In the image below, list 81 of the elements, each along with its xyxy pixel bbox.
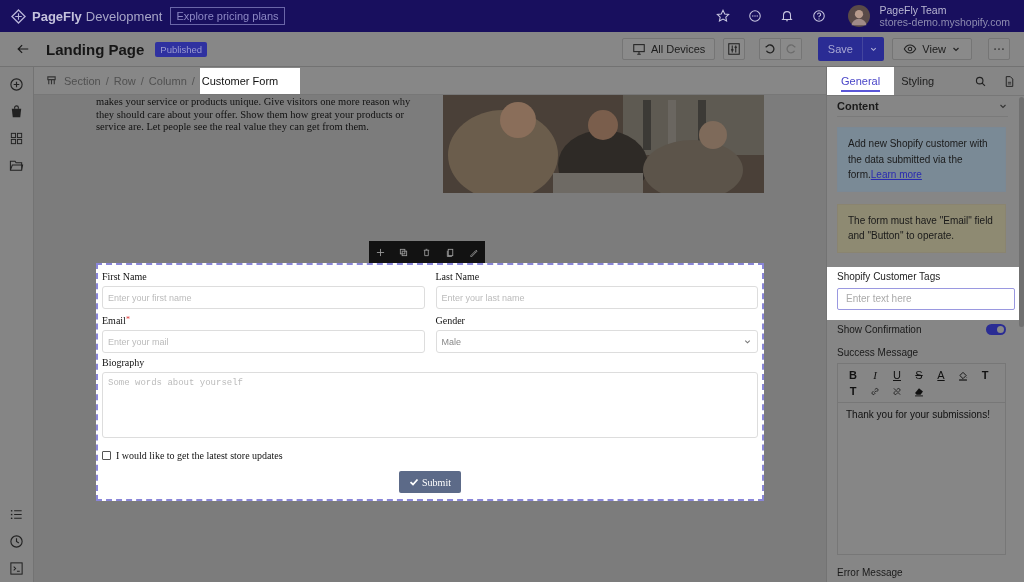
user-name: PageFly Team [879, 4, 948, 16]
monitor-icon [631, 42, 646, 56]
panel-tab[interactable]: Styling [894, 67, 942, 95]
field-label: Email [102, 315, 126, 326]
folder-icon[interactable] [9, 158, 24, 173]
superscript-tool[interactable]: T [974, 368, 996, 381]
search-icon[interactable] [974, 74, 987, 88]
breadcrumb-separator: / [191, 74, 195, 87]
required-mark: * [125, 315, 130, 324]
status-badge: Published [155, 41, 208, 57]
checkbox-label: I would like to get the latest store updates [116, 450, 283, 461]
italic-tool[interactable]: I [864, 368, 886, 381]
store-url: stores-demo.myshopify.com [879, 16, 1010, 28]
field-label: Error Message [837, 566, 904, 578]
field-label: First Name [102, 271, 147, 282]
submit-button[interactable]: Submit [399, 471, 461, 493]
move-icon[interactable] [376, 247, 386, 257]
paragraph: makes your service or products unique. Give visitors one more reason why they should care about your offer. Show them how great your products or service are. Let people see the real value they can get from them. [96, 95, 412, 134]
save-options-button[interactable] [862, 37, 885, 61]
textarea-field[interactable]: Some words about yourself [102, 372, 758, 438]
add-icon[interactable] [9, 77, 24, 92]
input-field[interactable]: Enter your mail [102, 330, 425, 353]
brush-icon[interactable] [468, 247, 478, 257]
breadcrumb-separator: / [105, 74, 109, 87]
grid-icon[interactable] [9, 131, 24, 146]
rich-text-editor[interactable]: B I U S A T T Thank you for your submissions! [837, 362, 1006, 555]
breadcrumb-separator: / [140, 74, 144, 87]
field-label: Last Name [435, 271, 480, 282]
bold-tool[interactable]: B [842, 368, 864, 381]
duplicate-icon[interactable] [399, 247, 409, 257]
eye-icon [903, 42, 918, 56]
customer-form[interactable]: First Name Enter your first name Last Name Enter your last name Email* Enter your mail Gender Male Biography Some words about yourself I would like to get the latest store updates Submit [96, 263, 764, 501]
trash-icon[interactable] [422, 247, 432, 257]
breadcrumb-item[interactable]: Customer Form [199, 67, 301, 94]
checkmark-icon [409, 477, 420, 487]
field-label: Biography [102, 357, 145, 368]
field-label: Gender [435, 315, 465, 326]
section-icon [46, 75, 57, 86]
logo-icon [11, 8, 26, 24]
pricing-button[interactable]: Explore pricing plans [170, 7, 285, 25]
brand-suffix: Development [85, 8, 163, 24]
clock-icon[interactable] [9, 534, 24, 549]
settings-icon-button[interactable] [723, 38, 746, 60]
field-label: Shopify Customer Tags [837, 270, 942, 282]
underline-tool[interactable]: U [886, 368, 908, 381]
undo-button[interactable] [759, 38, 782, 60]
star-icon[interactable] [716, 9, 731, 23]
input-field[interactable]: Enter your first name [102, 286, 425, 309]
avatar-icon[interactable] [848, 5, 871, 27]
input-field[interactable]: Enter your last name [435, 286, 758, 309]
brand-name: PageFly [32, 8, 82, 24]
shopping-bag-icon[interactable] [9, 104, 24, 119]
checkbox[interactable] [102, 451, 111, 460]
learn-more-link[interactable]: Learn more [870, 169, 922, 180]
terminal-icon[interactable] [9, 561, 24, 576]
section-title: Content [837, 100, 879, 112]
sliders-icon [727, 42, 742, 56]
text-color-tool[interactable]: A [930, 368, 952, 381]
toggle-switch[interactable] [986, 323, 1006, 335]
notice-text: The form must have "Email" field and "Button" to operate. [837, 203, 1006, 253]
page-title: Landing Page [46, 40, 145, 58]
select-field[interactable]: Male [435, 330, 758, 353]
toggle-label: Show Confirmation [837, 323, 922, 335]
field-label: Success Message [837, 346, 920, 358]
device-button[interactable]: All Devices [621, 38, 716, 60]
message-text: Thank you for your submissions! [845, 407, 991, 422]
tags-input-field[interactable]: Enter text here [837, 287, 1015, 310]
help-icon[interactable] [812, 9, 827, 23]
list-icon[interactable] [9, 507, 24, 522]
view-button[interactable]: View [892, 38, 972, 60]
notice-text: Add new Shopify customer with the data submitted via the form.Learn more [837, 127, 1006, 192]
bell-icon[interactable] [780, 9, 795, 23]
panel-tab[interactable]: General [827, 67, 895, 95]
document-icon[interactable] [1003, 74, 1016, 88]
back-arrow-icon[interactable] [16, 42, 30, 56]
chat-icon[interactable] [748, 9, 763, 23]
strikethrough-tool[interactable]: S [908, 368, 930, 381]
chevron-down-icon [743, 337, 752, 346]
save-button[interactable]: Save [818, 37, 863, 61]
subscript-tool[interactable]: T [842, 384, 864, 397]
copy-icon[interactable] [445, 247, 455, 257]
